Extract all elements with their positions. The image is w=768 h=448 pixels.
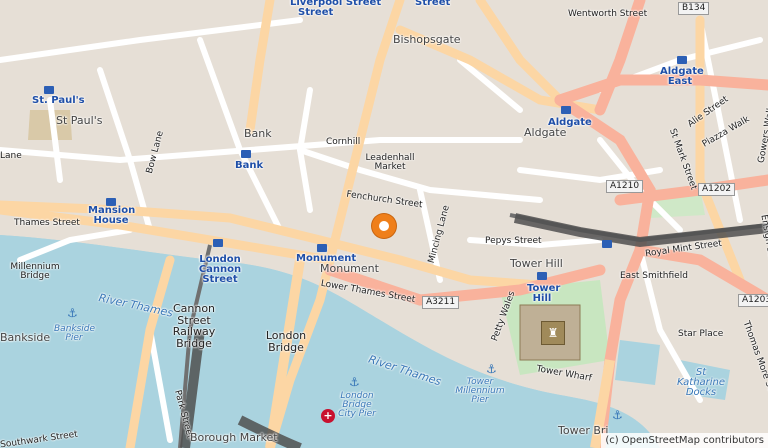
label-thames-street: Thames Street (14, 218, 80, 228)
tube-icon (317, 244, 327, 252)
tube-icon (241, 150, 251, 158)
tube-icon (677, 56, 687, 64)
label-borough-market: Borough Market (190, 431, 278, 444)
label-bank-station[interactable]: Bank (235, 161, 263, 171)
label-millennium-bridge: Millennium Bridge (10, 262, 60, 281)
label-a1210: A1210 (606, 180, 644, 193)
anchor-icon: ⚓ (612, 408, 623, 422)
location-marker[interactable] (372, 214, 396, 238)
label-aldgate-east[interactable]: Aldgate East (660, 67, 704, 87)
st-katharine-docks-water (615, 340, 660, 385)
map-canvas[interactable]: ⚓ ⚓ ⚓ ⚓ + ♜ Liverpool Street Street Stre… (0, 0, 768, 448)
anchor-icon: ⚓ (67, 306, 78, 320)
tube-icon (561, 106, 571, 114)
label-tower-hill-station[interactable]: Tower Hill (527, 284, 560, 304)
label-st-pauls-station[interactable]: St. Paul's (32, 96, 85, 106)
label-star-place: Star Place (678, 329, 724, 339)
hospital-icon: + (321, 409, 335, 423)
label-east-smithfield: East Smithfield (620, 271, 688, 281)
label-london-cannon-street[interactable]: London Cannon Street (195, 255, 245, 285)
label-st-katharine-docks: St Katharine Docks (676, 367, 726, 398)
label-london-bridge-city-pier: London Bridge City Pier (338, 391, 376, 419)
label-leadenhall-market: Leadenhall Market (365, 153, 415, 172)
label-st-pauls: St Paul's (56, 114, 103, 127)
map-attribution[interactable]: (c) OpenStreetMap contributors (601, 433, 768, 448)
label-bankside-pier: Bankside Pier (54, 324, 96, 343)
anchor-icon: ⚓ (486, 362, 497, 376)
label-a1203: A1203 (738, 294, 768, 307)
label-wentworth-street: Wentworth Street (568, 9, 648, 19)
tube-icon (602, 240, 612, 248)
label-tower-hill-area: Tower Hill (510, 257, 563, 270)
label-monument-area: Monument (320, 262, 379, 275)
castle-icon: ♜ (541, 321, 565, 345)
label-a3211: A3211 (422, 296, 460, 309)
anchor-icon: ⚓ (349, 375, 360, 389)
label-pepys-street: Pepys Street (485, 236, 542, 246)
tube-icon (537, 272, 547, 280)
label-a1202: A1202 (698, 183, 736, 196)
label-bank-area: Bank (244, 127, 272, 140)
label-london-bridge: London Bridge (265, 329, 307, 354)
label-cannon-street-railway-bridge: Cannon Street Railway Bridge (172, 302, 216, 350)
label-bankside: Bankside (0, 331, 51, 344)
tube-icon (44, 86, 54, 94)
attribution-link[interactable]: (c) OpenStreetMap contributors (605, 435, 764, 446)
label-bishopsgate: Bishopsgate (393, 33, 461, 46)
label-lane: Lane (0, 151, 22, 161)
tube-icon (213, 239, 223, 247)
label-aldgate-area: Aldgate (524, 126, 567, 139)
label-street-2[interactable]: Street (415, 0, 450, 8)
label-b134: B134 (678, 2, 710, 15)
label-tower-millennium-pier: Tower Millennium Pier (455, 377, 505, 405)
label-cornhill: Cornhill (326, 137, 361, 147)
label-mansion-house[interactable]: Mansion House (88, 206, 135, 226)
label-street[interactable]: Street (298, 8, 333, 18)
